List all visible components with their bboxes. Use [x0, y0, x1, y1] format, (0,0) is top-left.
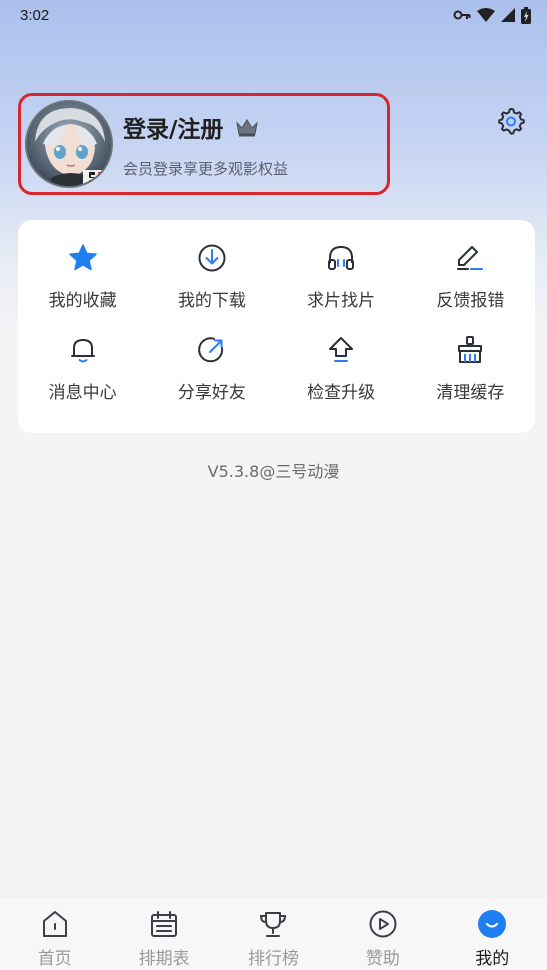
version-text: V5.3.8@三号动漫: [207, 462, 340, 481]
crown-icon: [236, 118, 259, 136]
status-icons: [453, 6, 531, 24]
bell-icon: [70, 338, 95, 362]
edit-icon: [457, 246, 484, 270]
calendar-icon: [151, 911, 178, 937]
trophy-icon: [260, 912, 287, 937]
grid-label: 反馈报错: [436, 291, 505, 311]
profile-subtitle: 会员登录享更多观影权益: [123, 159, 289, 178]
nav-label: 排行榜: [247, 949, 299, 969]
grid-item-share[interactable]: 分享好友: [147, 330, 276, 422]
avatar[interactable]: [25, 100, 113, 188]
login-register-card[interactable]: 登录/注册 会员登录享更多观影权益: [18, 93, 390, 195]
vpn-key-icon: [453, 10, 471, 20]
grid-label: 求片找片: [307, 291, 376, 311]
grid-item-messages[interactable]: 消息中心: [18, 330, 147, 422]
nav-item-ranking[interactable]: 排行榜: [223, 908, 323, 969]
grid-label: 清理缓存: [436, 382, 505, 403]
star-icon: [68, 244, 97, 271]
upgrade-icon: [329, 336, 354, 362]
feature-grid: 我的收藏 我的下载 求片找片 反馈报错 消息中心 分享好友 检查升级 清理缓存: [18, 220, 535, 433]
share-icon: [198, 336, 223, 362]
gear-icon: [498, 108, 525, 135]
nav-item-schedule[interactable]: 排期表: [114, 908, 214, 969]
nav-label: 赞助: [365, 949, 400, 969]
status-bar: 3:02: [0, 0, 547, 30]
profile-text: 登录/注册 会员登录享更多观影权益: [123, 110, 288, 179]
grid-label: 分享好友: [177, 382, 246, 403]
nav-label: 排期表: [138, 949, 190, 969]
grid-item-feedback[interactable]: 反馈报错: [406, 238, 535, 330]
profile-title-row: 登录/注册: [123, 110, 288, 144]
login-register-title[interactable]: 登录/注册: [123, 110, 223, 144]
grid-label: 检查升级: [307, 382, 376, 403]
wifi-icon: [477, 8, 495, 22]
grid-label: 消息中心: [48, 382, 117, 403]
download-icon: [198, 244, 226, 272]
battery-icon: [521, 6, 531, 24]
settings-button[interactable]: [496, 106, 526, 136]
broom-icon: [458, 335, 483, 363]
home-icon: [42, 911, 67, 937]
nav-label: 我的: [475, 949, 510, 969]
nav-item-home[interactable]: 首页: [5, 908, 105, 969]
nav-item-mine[interactable]: 我的: [442, 908, 542, 969]
grid-label: 我的收藏: [48, 291, 117, 311]
play-circle-icon: [369, 910, 397, 938]
headphones-icon: [328, 245, 355, 270]
grid-item-clear-cache[interactable]: 清理缓存: [406, 330, 535, 422]
bottom-navigation: 首页 排期表 排行榜 赞助 我的: [0, 897, 547, 970]
grid-item-request[interactable]: 求片找片: [277, 238, 406, 330]
nav-label: 首页: [37, 949, 72, 969]
grid-label: 我的下载: [177, 291, 246, 311]
signal-icon: [501, 8, 515, 22]
grid-item-downloads[interactable]: 我的下载: [147, 238, 276, 330]
nav-item-sponsor[interactable]: 赞助: [333, 908, 433, 969]
profile-icon: [478, 910, 507, 938]
grid-item-upgrade[interactable]: 检查升级: [277, 330, 406, 422]
status-time: 3:02: [20, 6, 50, 24]
grid-item-favorites[interactable]: 我的收藏: [18, 238, 147, 330]
